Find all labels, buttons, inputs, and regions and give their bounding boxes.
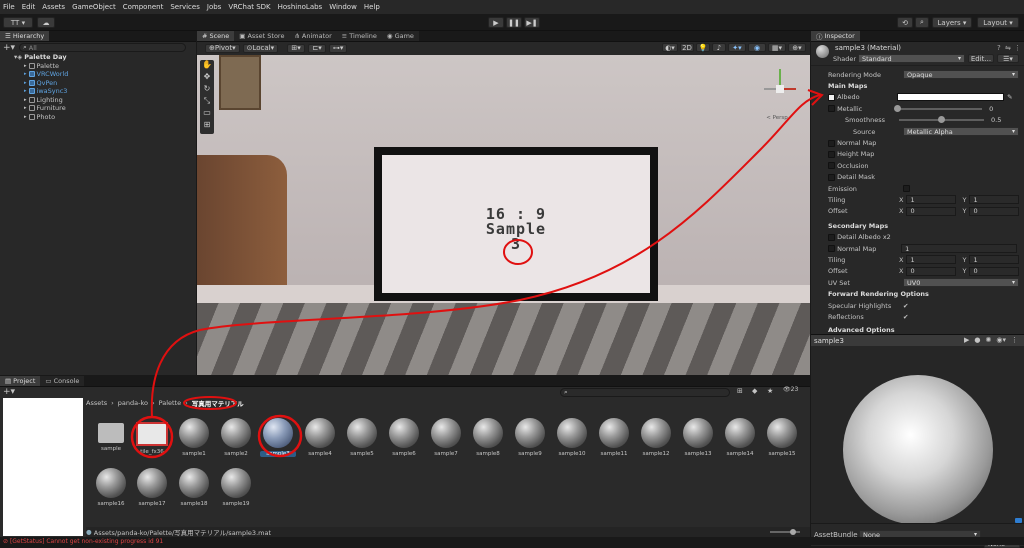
annotation-arrow bbox=[150, 94, 821, 418]
annotation-circle-number bbox=[503, 239, 533, 265]
annotation-circle-sample3 bbox=[257, 414, 303, 458]
annotation-circle-folder bbox=[183, 396, 237, 410]
annotation-circle-texture bbox=[130, 415, 174, 459]
annotation-overlay bbox=[130, 89, 824, 459]
